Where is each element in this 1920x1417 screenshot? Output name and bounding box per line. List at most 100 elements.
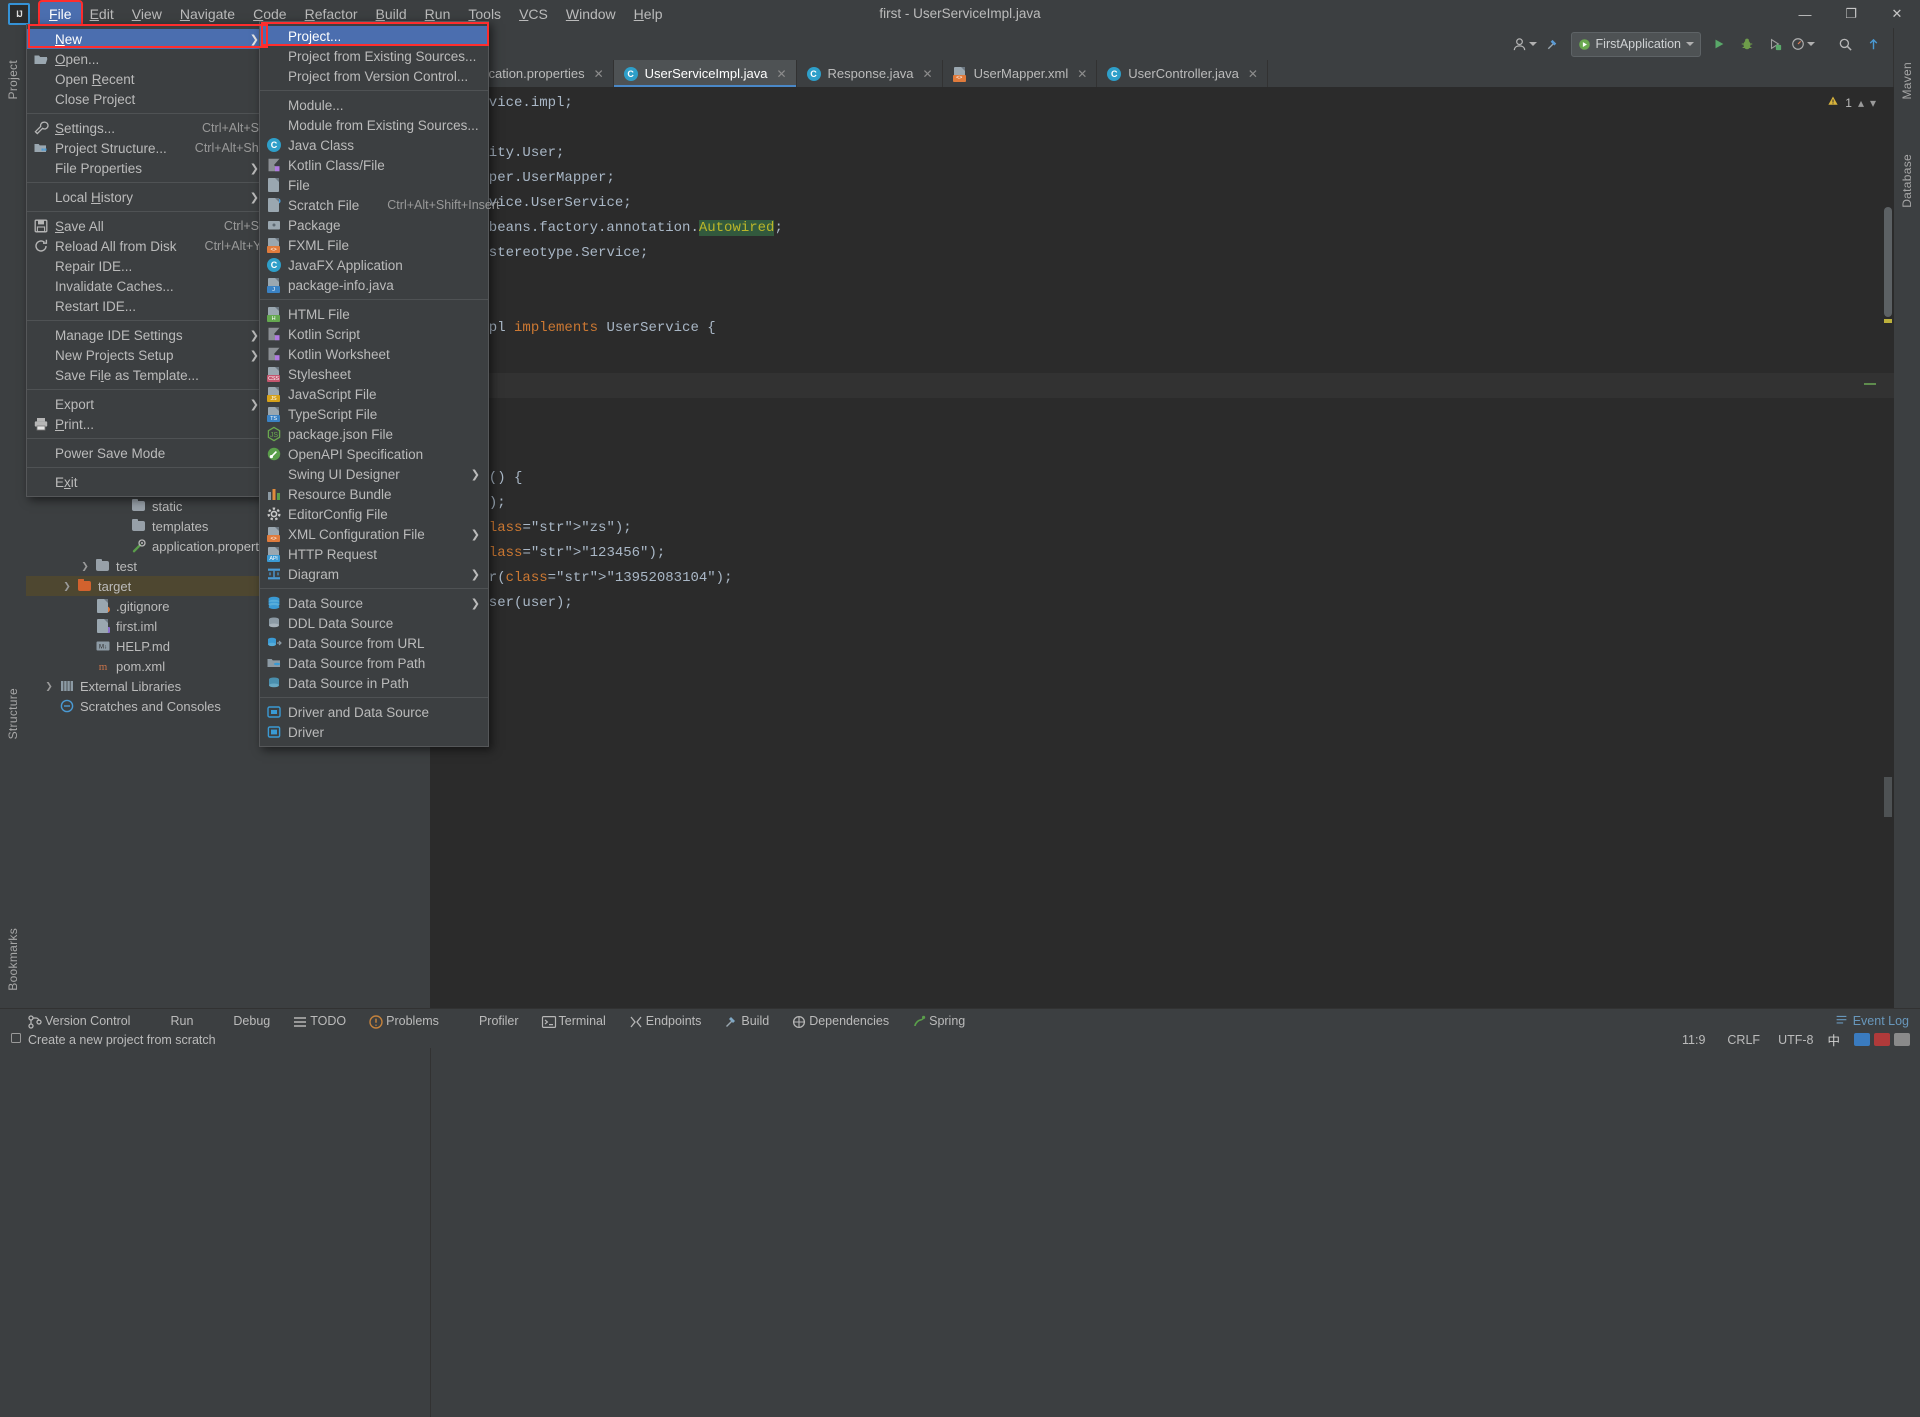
file-menu-item-local-history[interactable]: Local History ❯ <box>27 187 267 207</box>
new-submenu[interactable]: Project... Project from Existing Sources.… <box>259 21 499 747</box>
file-menu-item-print[interactable]: Print... <box>27 414 267 434</box>
file-menu-item-exit[interactable]: Exit <box>27 472 267 492</box>
file-menu[interactable]: New ❯ Open... Open Recent Close Project Setti… <box>26 24 284 497</box>
bottom-tool-spring[interactable]: Spring <box>900 1014 976 1028</box>
file-menu-item-open-recent[interactable]: Open Recent <box>27 69 267 89</box>
bottom-tool-endpoints[interactable]: Endpoints <box>617 1014 713 1028</box>
new-menu-item-project-from-existing-sources[interactable]: Project from Existing Sources... <box>260 46 488 66</box>
bottom-tool-run[interactable]: Run <box>141 1014 204 1028</box>
tray-icon-1[interactable] <box>1854 1033 1870 1046</box>
file-menu-item-restart-ide[interactable]: Restart IDE... <box>27 296 267 316</box>
account-icon[interactable] <box>1512 32 1538 56</box>
editor-tab[interactable]: C UserController.java ✕ <box>1097 60 1268 87</box>
new-menu-item-resource-bundle[interactable]: Resource Bundle <box>260 484 488 504</box>
new-menu-item-data-source-from-path[interactable]: Data Source from Path <box>260 653 488 673</box>
file-menu-item-new-projects-setup[interactable]: New Projects Setup ❯ <box>27 345 267 365</box>
menu-navigate[interactable]: Navigate <box>171 2 244 26</box>
file-menu-item-project-structure[interactable]: Project Structure... Ctrl+Alt+Shift+S <box>27 138 284 158</box>
tray-icon-2[interactable] <box>1874 1033 1890 1046</box>
editor-tab[interactable]: <> UserMapper.xml ✕ <box>943 60 1098 87</box>
new-menu-item-openapi-specification[interactable]: OpenAPI Specification <box>260 444 488 464</box>
tray-icon-3[interactable] <box>1894 1033 1910 1046</box>
file-menu-item-file-properties[interactable]: File Properties ❯ <box>27 158 267 178</box>
bottom-tool-build[interactable]: Build <box>712 1014 780 1028</box>
menu-help[interactable]: Help <box>625 2 672 26</box>
tool-window-database[interactable]: Database <box>1900 154 1914 208</box>
editor-scrollbar[interactable] <box>1884 207 1892 317</box>
new-menu-item-driver[interactable]: Driver <box>260 722 488 742</box>
bottom-tool-problems[interactable]: Problems <box>357 1014 450 1029</box>
menu-view[interactable]: View <box>123 2 171 26</box>
run-configuration-selector[interactable]: FirstApplication <box>1570 31 1701 57</box>
file-menu-item-save-file-as-template[interactable]: Save File as Template... <box>27 365 267 385</box>
new-menu-item-driver-and-data-source[interactable]: Driver and Data Source <box>260 702 488 722</box>
bottom-tool-terminal[interactable]: Terminal <box>530 1014 617 1029</box>
menu-vcs[interactable]: VCS <box>510 2 557 26</box>
run-with-coverage-icon[interactable] <box>1762 32 1788 56</box>
bottom-tool-profiler[interactable]: Profiler <box>450 1014 530 1028</box>
chevron-right-icon[interactable]: ❯ <box>80 561 90 572</box>
build-hammer-icon[interactable] <box>1540 32 1566 56</box>
new-menu-item-package-json-file[interactable]: JS package.json File <box>260 424 488 444</box>
new-menu-item-stylesheet[interactable]: CSS Stylesheet <box>260 364 488 384</box>
profiler-icon[interactable] <box>1790 32 1816 56</box>
new-menu-item-project[interactable]: Project... <box>260 26 488 46</box>
file-menu-item-power-save-mode[interactable]: Power Save Mode <box>27 443 267 463</box>
file-menu-item-export[interactable]: Export ❯ <box>27 394 267 414</box>
new-menu-item-swing-ui-designer[interactable]: Swing UI Designer ❯ <box>260 464 488 484</box>
new-menu-item-fxml-file[interactable]: <> FXML File <box>260 235 488 255</box>
new-menu-item-project-from-version-control[interactable]: Project from Version Control... <box>260 66 488 86</box>
editor-tab[interactable]: C Response.java ✕ <box>797 60 943 87</box>
code-editor[interactable]: rst.service.impl; rst.entity.User;rst.ma… <box>430 87 1894 1008</box>
file-menu-item-new[interactable]: New ❯ <box>27 29 267 49</box>
file-menu-item-close-project[interactable]: Close Project <box>27 89 267 109</box>
file-menu-item-reload-all-from-disk[interactable]: Reload All from Disk Ctrl+Alt+Y <box>27 236 267 256</box>
menu-window[interactable]: Window <box>557 2 625 26</box>
bottom-tool-todo[interactable]: TODO <box>281 1014 357 1028</box>
tool-window-bookmarks[interactable]: Bookmarks <box>6 928 20 991</box>
file-menu-item-open[interactable]: Open... <box>27 49 267 69</box>
new-menu-item-xml-configuration-file[interactable]: <> XML Configuration File ❯ <box>260 524 488 544</box>
file-menu-item-save-all[interactable]: Save All Ctrl+S <box>27 216 267 236</box>
search-icon[interactable] <box>1832 32 1858 56</box>
tool-window-maven[interactable]: Maven <box>1900 62 1914 100</box>
debug-icon[interactable] <box>1734 32 1760 56</box>
new-menu-item-javascript-file[interactable]: JS JavaScript File <box>260 384 488 404</box>
new-menu-item-javafx-application[interactable]: C JavaFX Application <box>260 255 488 275</box>
bottom-tool-dependencies[interactable]: Dependencies <box>780 1014 900 1029</box>
menu-file[interactable]: File <box>38 0 83 28</box>
line-separator[interactable]: CRLF <box>1727 1033 1760 1047</box>
new-menu-item-diagram[interactable]: Diagram ❯ <box>260 564 488 584</box>
tool-window-structure[interactable]: Structure <box>6 688 20 739</box>
close-icon[interactable]: ✕ <box>594 67 604 81</box>
new-menu-item-editorconfig-file[interactable]: EditorConfig File <box>260 504 488 524</box>
chevron-right-icon[interactable]: ❯ <box>44 681 54 692</box>
new-menu-item-scratch-file[interactable]: Scratch File Ctrl+Alt+Shift+Insert <box>260 195 499 215</box>
close-button[interactable]: ✕ <box>1874 0 1920 28</box>
new-menu-item-data-source-in-path[interactable]: Data Source in Path <box>260 673 488 693</box>
close-icon[interactable]: ✕ <box>923 67 933 81</box>
file-encoding[interactable]: UTF-8 <box>1778 1033 1813 1047</box>
bottom-tool-version-control[interactable]: Version Control <box>16 1014 141 1029</box>
menu-edit[interactable]: Edit <box>81 2 123 26</box>
file-menu-item-invalidate-caches[interactable]: Invalidate Caches... <box>27 276 267 296</box>
caret-position[interactable]: 11:9 <box>1682 1033 1705 1047</box>
prev-problem-icon[interactable]: ▴ <box>1858 96 1864 110</box>
new-menu-item-file[interactable]: File <box>260 175 488 195</box>
new-menu-item-http-request[interactable]: API HTTP Request <box>260 544 488 564</box>
tool-window-project[interactable]: Project <box>6 60 20 99</box>
event-log-button[interactable]: Event Log <box>1824 1014 1920 1028</box>
new-menu-item-kotlin-worksheet[interactable]: Kotlin Worksheet <box>260 344 488 364</box>
new-menu-item-data-source[interactable]: Data Source ❯ <box>260 593 488 613</box>
next-problem-icon[interactable]: ▾ <box>1870 96 1876 110</box>
editor-tab[interactable]: C UserServiceImpl.java ✕ <box>613 60 797 87</box>
new-menu-item-module[interactable]: Module... <box>260 95 488 115</box>
close-icon[interactable]: ✕ <box>776 67 786 81</box>
new-menu-item-module-from-existing-sources[interactable]: Module from Existing Sources... <box>260 115 488 135</box>
close-icon[interactable]: ✕ <box>1077 67 1087 81</box>
new-menu-item-kotlin-class-file[interactable]: Kotlin Class/File <box>260 155 488 175</box>
new-menu-item-kotlin-script[interactable]: Kotlin Script <box>260 324 488 344</box>
close-icon[interactable]: ✕ <box>1248 67 1258 81</box>
inspection-widget[interactable]: 1 ▴ ▾ <box>1827 95 1876 110</box>
new-menu-item-typescript-file[interactable]: TS TypeScript File <box>260 404 488 424</box>
